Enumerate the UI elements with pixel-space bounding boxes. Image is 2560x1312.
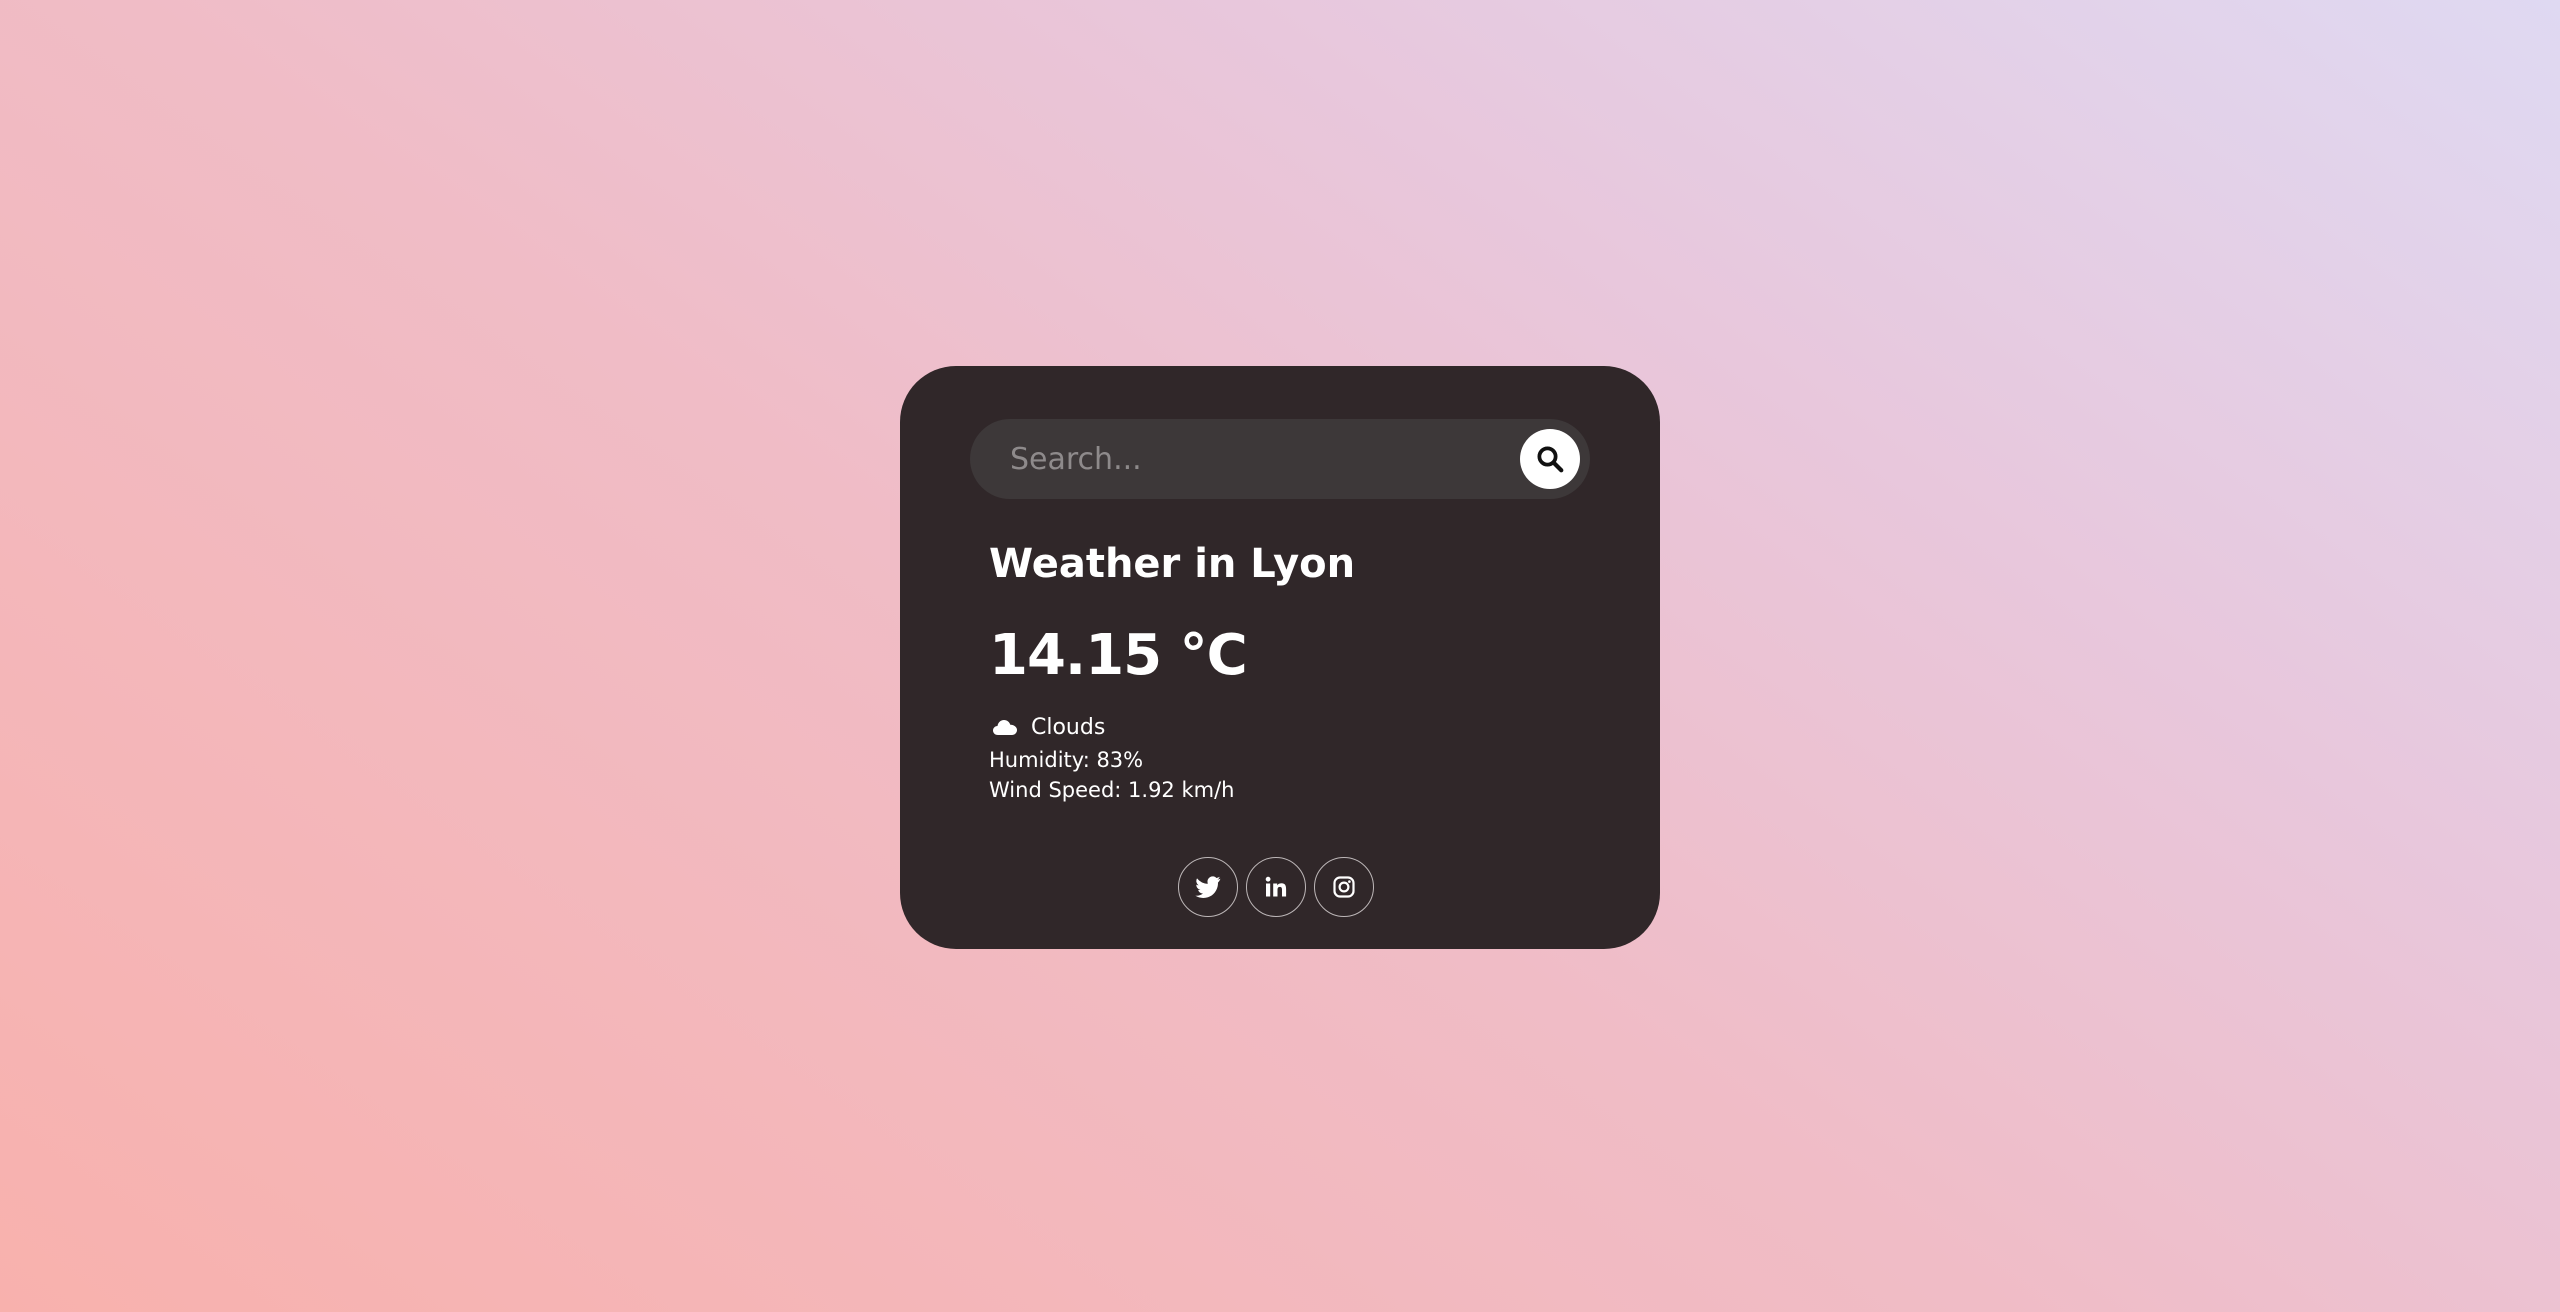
linkedin-link[interactable] bbox=[1246, 857, 1306, 917]
weather-description: Clouds bbox=[989, 711, 1105, 743]
temperature: 14.15 °C bbox=[989, 623, 1248, 688]
cloud-icon bbox=[989, 711, 1021, 743]
weather-description-text: Clouds bbox=[1031, 714, 1106, 740]
linkedin-icon bbox=[1265, 876, 1287, 897]
instagram-icon bbox=[1333, 876, 1355, 898]
search-button[interactable] bbox=[1520, 429, 1580, 489]
search-bar bbox=[970, 418, 1590, 500]
humidity-text: Humidity: 83% bbox=[989, 748, 1144, 772]
weather-card: Weather in Lyon 14.15 °C Clouds Humidity… bbox=[900, 366, 1660, 949]
search-icon bbox=[1537, 446, 1564, 473]
twitter-icon bbox=[1195, 876, 1221, 898]
weather-title: Weather in Lyon bbox=[989, 541, 1356, 587]
search-input[interactable] bbox=[970, 418, 1590, 500]
wind-speed-text: Wind Speed: 1.92 km/h bbox=[989, 778, 1235, 802]
social-links bbox=[1178, 857, 1374, 917]
twitter-link[interactable] bbox=[1178, 857, 1238, 917]
instagram-link[interactable] bbox=[1314, 857, 1374, 917]
